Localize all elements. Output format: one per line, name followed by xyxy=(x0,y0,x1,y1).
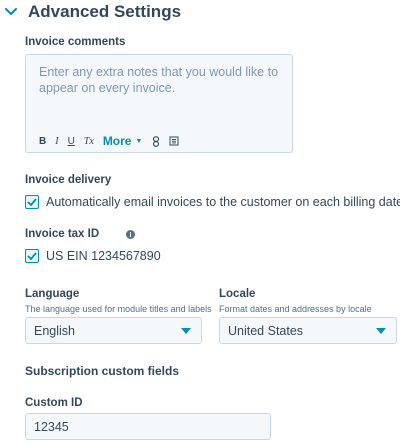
language-value: English xyxy=(34,323,75,338)
more-label: More xyxy=(102,134,132,148)
italic-button[interactable]: I xyxy=(55,136,58,147)
caret-down-icon xyxy=(376,328,386,334)
chevron-down-icon xyxy=(4,5,18,19)
language-select[interactable]: English xyxy=(25,317,202,344)
tax-id-value-label[interactable]: US EIN 1234567890 xyxy=(46,249,161,263)
more-dropdown[interactable]: More ▼ xyxy=(103,134,143,148)
bold-button[interactable]: B xyxy=(39,136,46,147)
locale-value: United States xyxy=(228,323,304,338)
auto-email-checkbox[interactable] xyxy=(25,195,39,209)
invoice-comments-editor[interactable]: Enter any extra notes that you would lik… xyxy=(25,54,293,153)
editor-toolbar: B I U Tx More ▼ xyxy=(39,133,188,149)
caret-down-icon: ▼ xyxy=(135,137,143,145)
invoice-comments-placeholder[interactable]: Enter any extra notes that you would lik… xyxy=(39,64,279,96)
locale-help: Format dates and addresses by locale xyxy=(219,304,372,314)
invoice-comments-label: Invoice comments xyxy=(25,36,126,48)
auto-email-label[interactable]: Automatically email invoices to the cust… xyxy=(46,195,400,209)
advanced-settings-toggle[interactable]: Advanced Settings xyxy=(4,0,181,24)
link-icon[interactable] xyxy=(152,135,160,147)
custom-fields-heading: Subscription custom fields xyxy=(25,364,180,378)
locale-select[interactable]: United States xyxy=(219,317,397,344)
custom-id-input[interactable] xyxy=(25,413,271,440)
invoice-tax-id-label: Invoice tax ID xyxy=(25,228,100,240)
locale-label: Locale xyxy=(219,288,256,300)
language-help: The language used for module titles and … xyxy=(25,304,212,314)
underline-button[interactable]: U xyxy=(68,136,75,147)
section-title: Advanced Settings xyxy=(28,2,182,21)
caret-down-icon xyxy=(181,328,191,334)
custom-id-label: Custom ID xyxy=(25,397,83,409)
check-icon xyxy=(27,198,37,206)
insert-icon[interactable] xyxy=(169,136,179,146)
tax-id-checkbox[interactable] xyxy=(25,249,39,263)
clear-format-button[interactable]: Tx xyxy=(84,136,94,147)
check-icon xyxy=(27,252,37,260)
info-icon[interactable]: i xyxy=(126,230,135,239)
language-label: Language xyxy=(25,288,80,300)
invoice-delivery-label: Invoice delivery xyxy=(25,174,112,186)
